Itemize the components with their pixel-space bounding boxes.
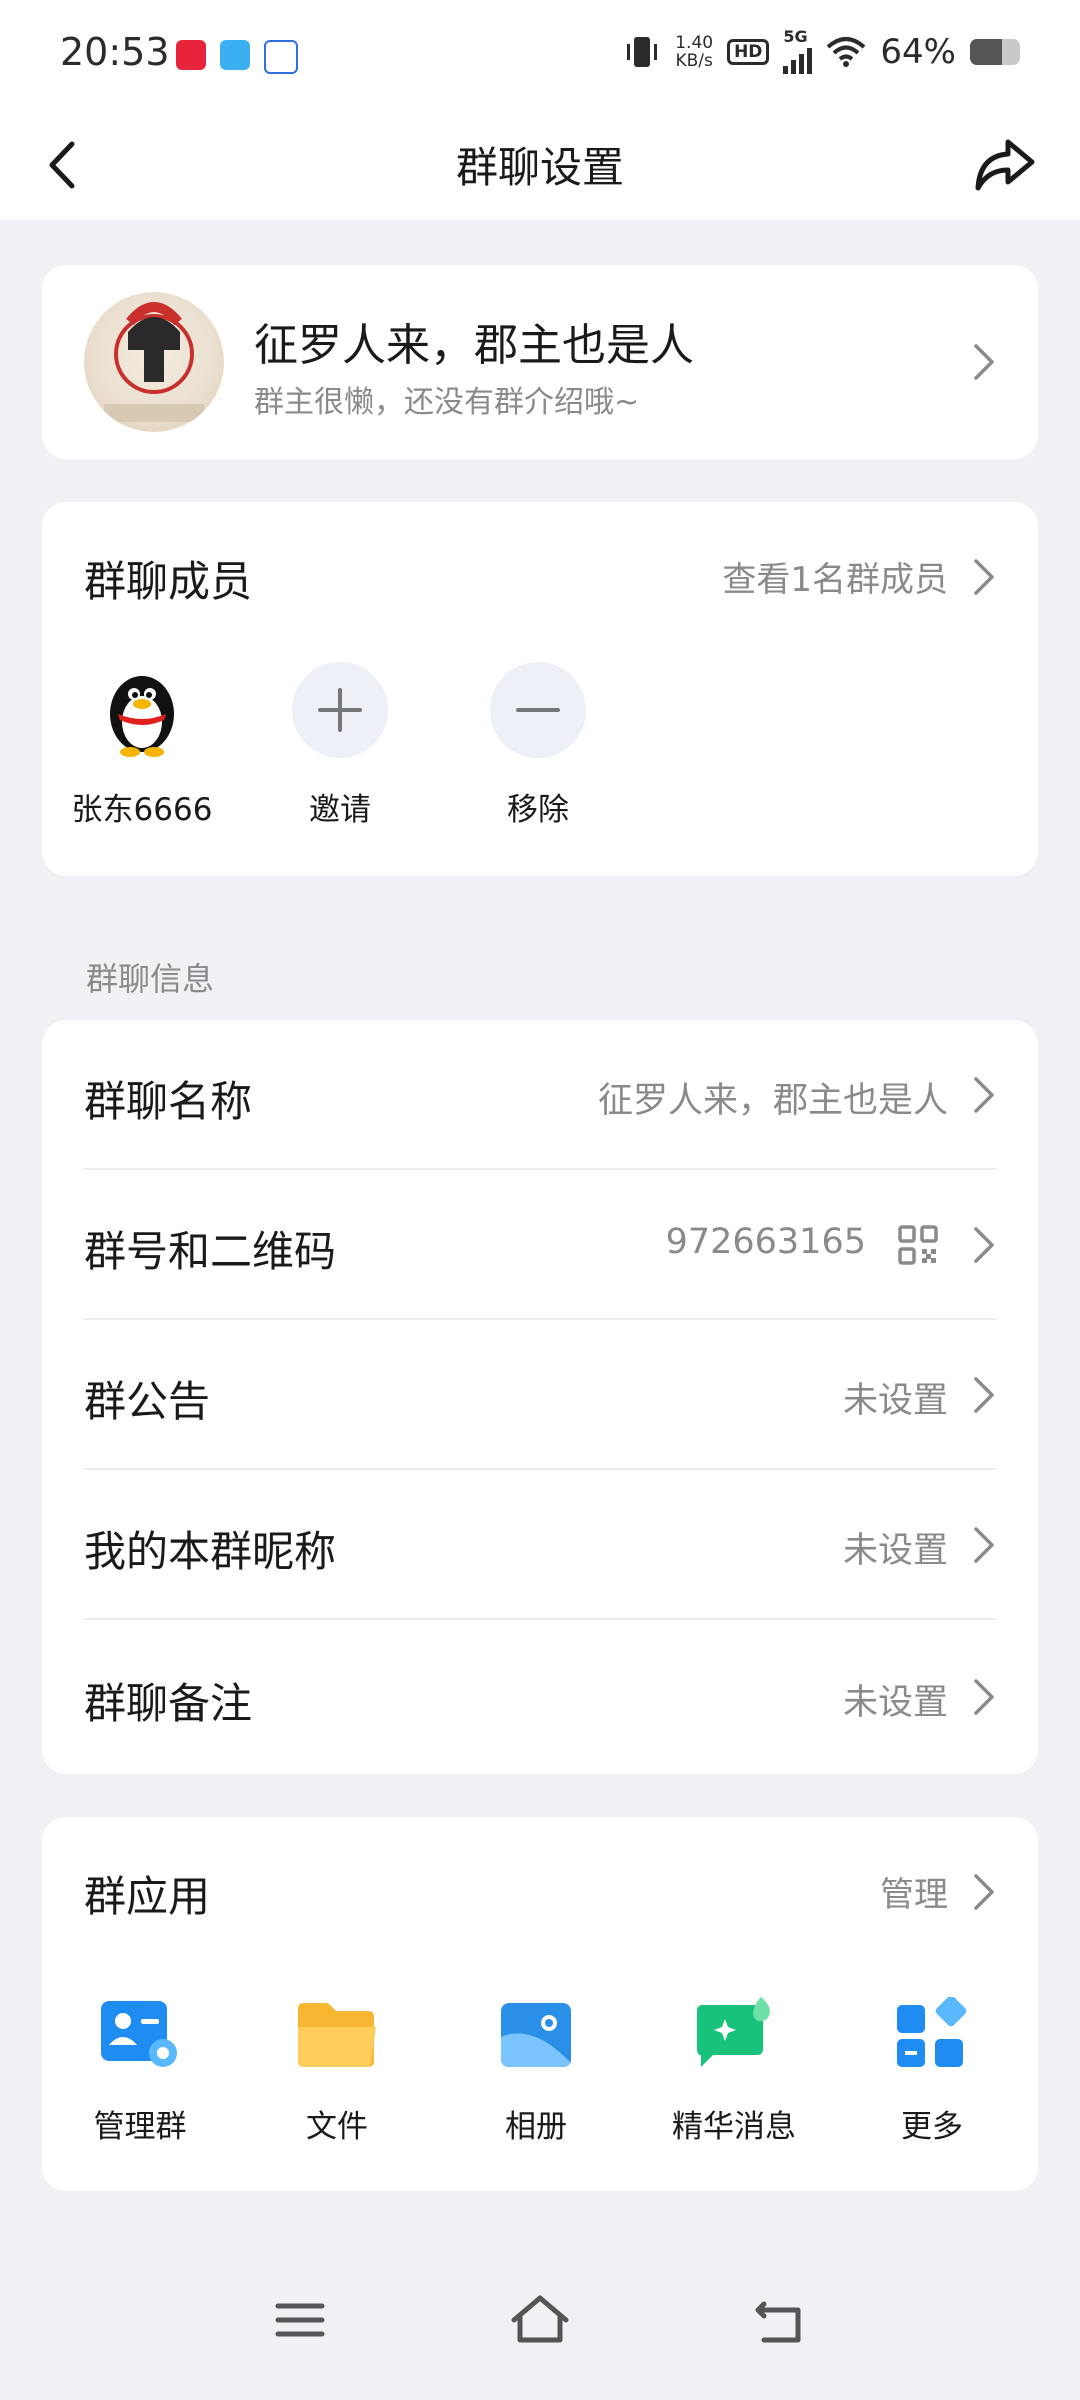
app-files[interactable]: 文件 <box>239 1997 435 2146</box>
chevron-right-icon <box>972 342 996 382</box>
invite-button[interactable]: 邀请 <box>250 662 430 829</box>
view-all-members-link[interactable]: 查看1名群成员 <box>722 552 948 601</box>
my-nickname-row[interactable]: 我的本群昵称 未设置 <box>42 1470 1038 1620</box>
app-album[interactable]: 相册 <box>438 1997 634 2146</box>
row-value: 未设置 <box>842 1683 948 1723</box>
row-value: 未设置 <box>842 1531 948 1571</box>
chevron-right-icon <box>972 1075 996 1115</box>
row-label: 群聊名称 <box>84 1077 253 1126</box>
system-nav-bar <box>0 2270 1080 2400</box>
chevron-right-icon <box>972 1375 996 1415</box>
group-name-row[interactable]: 群聊名称 征罗人来，郡主也是人 <box>42 1020 1038 1170</box>
chevron-right-icon <box>972 557 996 597</box>
net-speed-unit: KB/s <box>675 51 713 71</box>
network-type: 5G <box>783 27 808 46</box>
app-label: 管理群 <box>93 2109 187 2145</box>
plus-icon <box>292 662 388 758</box>
members-title: 群聊成员 <box>84 557 253 606</box>
page-title: 群聊设置 <box>455 143 624 192</box>
nav-bar: 群聊设置 <box>0 110 1080 220</box>
menu-icon <box>275 2303 325 2337</box>
app-manage-group[interactable]: 管理群 <box>42 1997 238 2146</box>
apps-card: 群应用 管理 管理群 文件 相册 精华消息 更多 <box>42 1817 1038 2191</box>
status-bar: 20:53 1.40 KB/s HD 5G 64% <box>0 0 1080 110</box>
app-label: 相册 <box>505 2109 567 2145</box>
net-speed-value: 1.40 <box>675 33 714 53</box>
home-button[interactable] <box>510 2290 570 2350</box>
chevron-right-icon <box>972 1525 996 1565</box>
chevron-right-icon <box>972 1677 996 1717</box>
group-number: 972663165 <box>665 1222 866 1262</box>
status-time: 20:53 <box>60 30 170 74</box>
battery-icon <box>970 39 1020 65</box>
row-label: 我的本群昵称 <box>84 1527 337 1576</box>
group-profile-card[interactable]: 征罗人来，郡主也是人 群主很懒，还没有群介绍哦~ <box>42 265 1038 459</box>
member-label: 张东6666 <box>71 792 213 828</box>
app-highlight-messages[interactable]: 精华消息 <box>636 1997 832 2146</box>
app-notification-icon <box>176 40 206 70</box>
wifi-icon <box>827 37 866 67</box>
member-item[interactable]: 张东6666 <box>52 662 232 829</box>
remove-label: 移除 <box>507 792 569 828</box>
net-speed: 1.40 KB/s <box>675 34 713 70</box>
app-label: 精华消息 <box>672 2109 796 2145</box>
row-label: 群聊备注 <box>84 1679 253 1728</box>
manage-apps-link[interactable]: 管理 <box>880 1867 948 1916</box>
group-avatar <box>84 292 224 432</box>
album-icon <box>493 1997 579 2073</box>
more-apps-icon <box>889 1995 975 2073</box>
penguin-avatar-icon <box>94 662 190 758</box>
app-label: 更多 <box>901 2109 963 2145</box>
manage-group-icon <box>97 1997 183 2073</box>
back-nav-button[interactable] <box>750 2290 810 2350</box>
group-remark-row[interactable]: 群聊备注 未设置 <box>42 1622 1038 1772</box>
app-notification-icon <box>264 40 298 74</box>
hd-badge: HD <box>727 39 770 65</box>
announcement-row[interactable]: 群公告 未设置 <box>42 1320 1038 1470</box>
battery-percent: 64% <box>880 32 956 72</box>
divider <box>84 1618 996 1620</box>
menu-button[interactable] <box>270 2290 330 2350</box>
share-icon <box>975 139 1035 191</box>
app-more[interactable]: 更多 <box>834 1995 1030 2146</box>
info-card: 群聊名称 征罗人来，郡主也是人 群号和二维码 972663165 群公告 未设置… <box>42 1020 1038 1774</box>
folder-icon <box>294 1997 380 2073</box>
highlight-message-icon <box>691 1997 777 2073</box>
vibrate-icon <box>627 37 658 67</box>
members-card: 群聊成员 查看1名群成员 张东6666 邀请 移除 <box>42 502 1038 876</box>
back-icon <box>755 2301 801 2343</box>
remove-button[interactable]: 移除 <box>448 662 628 829</box>
group-number-qr-row[interactable]: 群号和二维码 972663165 <box>42 1170 1038 1320</box>
share-button[interactable] <box>972 132 1038 198</box>
qr-code-icon <box>898 1225 938 1265</box>
spartan-helmet-icon <box>104 302 204 422</box>
app-label: 文件 <box>306 2109 368 2145</box>
chevron-right-icon <box>972 1225 996 1265</box>
invite-label: 邀请 <box>309 792 371 828</box>
info-section-label: 群聊信息 <box>86 960 215 998</box>
minus-icon <box>490 662 586 758</box>
apps-title: 群应用 <box>84 1872 211 1921</box>
row-value: 未设置 <box>842 1381 948 1421</box>
cell-signal-icon: 5G <box>783 27 813 74</box>
chevron-right-icon <box>972 1872 996 1912</box>
group-intro: 群主很懒，还没有群介绍哦~ <box>254 385 640 420</box>
row-label: 群公告 <box>84 1377 211 1426</box>
row-label: 群号和二维码 <box>84 1227 337 1276</box>
group-name: 征罗人来，郡主也是人 <box>254 320 694 371</box>
status-indicators: 1.40 KB/s HD 5G 64% <box>623 27 1020 74</box>
app-notification-icon <box>220 40 250 70</box>
row-value: 征罗人来，郡主也是人 <box>597 1081 948 1121</box>
home-icon <box>511 2295 569 2343</box>
